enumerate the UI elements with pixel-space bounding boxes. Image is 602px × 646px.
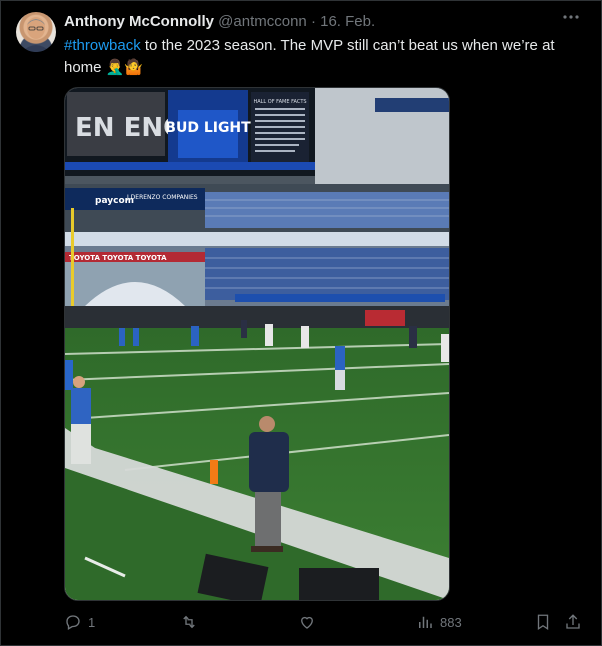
toyota-banner: TOYOTA TOYOTA TOYOTA: [69, 254, 167, 262]
separator: ·: [310, 13, 316, 30]
author-handle[interactable]: @antmcconn: [218, 13, 307, 30]
post-date[interactable]: 16. Feb.: [320, 13, 375, 30]
share-button[interactable]: [564, 610, 582, 634]
retweet-button[interactable]: [180, 610, 204, 634]
views-icon: [419, 616, 432, 628]
author-name[interactable]: Anthony McConnolly: [64, 13, 214, 30]
post-emojis: 🤦‍♂️🤷: [105, 59, 144, 76]
more-icon[interactable]: [562, 8, 580, 31]
hall-of-fame-sign: HALL OF FAME FACTS: [253, 99, 306, 105]
like-icon: [301, 616, 313, 629]
derenzo-sign: J.DERENZO COMPANIES: [126, 194, 198, 201]
like-button[interactable]: [298, 610, 322, 634]
reply-count: 1: [88, 614, 96, 630]
post-photo[interactable]: EN ENG BUD LIGHT HALL OF FAME FACTS payc…: [64, 87, 450, 601]
retweet-icon: [183, 615, 195, 629]
post-actions: 1 883: [64, 610, 584, 634]
views-count: 883: [440, 614, 462, 630]
bud-light-sign: BUD LIGHT: [165, 120, 251, 136]
post-header: Anthony McConnolly @antmcconn · 16. Feb.: [64, 13, 375, 30]
end-zone-pylon: [210, 460, 218, 484]
hashtag-link[interactable]: #throwback: [64, 37, 141, 54]
avatar[interactable]: [16, 12, 56, 52]
reply-icon: [66, 615, 80, 630]
post-text: #throwback to the 2023 season. The MVP s…: [64, 35, 584, 79]
views-button[interactable]: 883: [416, 610, 462, 634]
share-icon: [566, 614, 580, 629]
bookmark-icon: [537, 614, 549, 631]
reply-button[interactable]: 1: [64, 610, 95, 634]
stadium-photo: EN ENG BUD LIGHT HALL OF FAME FACTS payc…: [65, 88, 449, 600]
bookmark-button[interactable]: [534, 610, 552, 634]
